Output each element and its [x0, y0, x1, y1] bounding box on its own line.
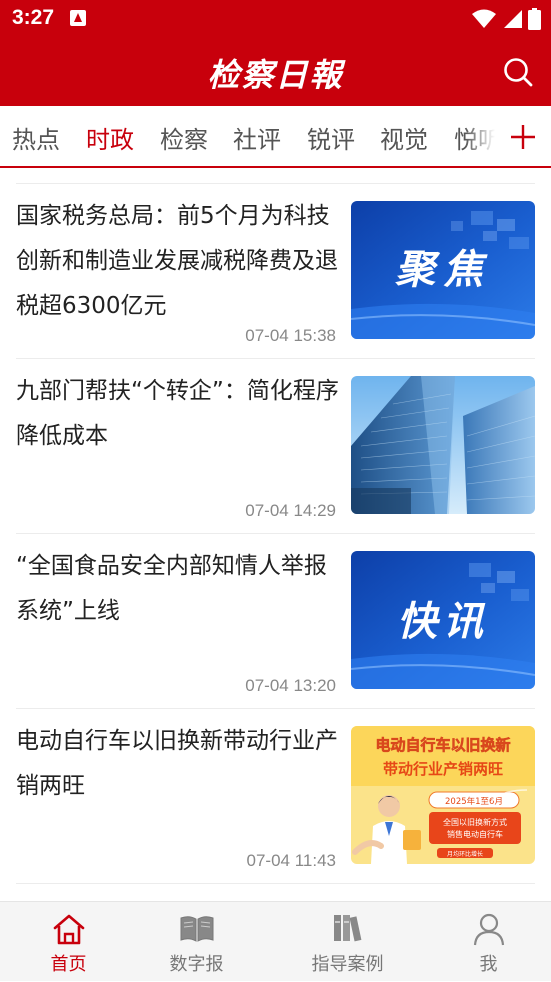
app-logo-title: 检察日報 — [207, 56, 344, 94]
nav-label: 我 — [479, 954, 498, 975]
news-time: 07-04 15:38 — [245, 326, 336, 345]
wifi-icon — [472, 9, 496, 28]
news-item[interactable]: 国家税务总局：前5个月为科技创新和制造业发展减税降费及退税超6300亿元 07-… — [16, 184, 535, 359]
user-icon — [473, 913, 504, 946]
news-time: 07-04 11:43 — [246, 851, 336, 870]
nav-digital-paper[interactable]: 数字报 — [128, 902, 265, 982]
news-thumbnail-infographic: 电动自行车以旧换新 带动行业产销两旺 2025年1至6月 全国以旧换新方式 销售… — [351, 726, 535, 864]
nav-label: 数字报 — [169, 954, 224, 975]
thumbnail-caption: 聚焦 — [395, 247, 491, 293]
battery-icon — [528, 8, 541, 30]
news-thumbnail-buildings — [351, 376, 535, 514]
news-time: 07-04 14:29 — [245, 501, 336, 520]
tab-procuratorate[interactable]: 检察 — [160, 120, 208, 155]
nav-label: 指导案例 — [311, 954, 384, 975]
news-feed: 国家税务总局：前5个月为科技创新和制造业发展减税降费及退税超6300亿元 07-… — [0, 168, 551, 901]
signal-icon — [504, 10, 522, 28]
nav-label: 首页 — [50, 954, 87, 975]
notification-app-icon — [70, 10, 86, 26]
news-item[interactable]: 电动自行车以旧换新带动行业产销两旺 07-04 11:43 电动自行车以旧换新 … — [16, 709, 535, 884]
news-thumbnail: 聚焦 — [351, 201, 535, 339]
status-time: 3:27 — [12, 6, 55, 29]
nav-guiding-cases[interactable]: 指导案例 — [279, 902, 416, 982]
binders-icon — [333, 915, 361, 942]
news-item[interactable]: “全国食品安全内部知情人举报系统”上线 07-04 13:20 快讯 — [16, 534, 535, 709]
category-tabs: 热点 时政 检察 社评 锐评 视觉 悦听 — [0, 106, 551, 168]
tab-politics[interactable]: 时政 — [86, 120, 134, 155]
news-title: 九部门帮扶“个转企”：简化程序 降低成本 — [16, 378, 339, 449]
add-channel-button[interactable] — [495, 106, 551, 166]
news-title: 国家税务总局：前5个月为科技创新和制造业发展减税降费及退税超6300亿元 — [16, 203, 338, 319]
book-icon — [180, 916, 213, 942]
search-icon — [504, 58, 533, 87]
infographic-date: 2025年1至6月 — [445, 796, 503, 807]
status-bar: 3:27 — [0, 0, 551, 38]
news-title: “全国食品安全内部知情人举报系统”上线 — [16, 553, 327, 624]
plus-icon — [511, 125, 535, 149]
infographic-note-1: 全国以旧换新方式 — [443, 817, 507, 827]
nav-home[interactable]: 首页 — [0, 902, 137, 982]
news-time: 07-04 13:20 — [245, 676, 336, 695]
infographic-note-3: 月均环比增长 — [447, 850, 483, 858]
news-item[interactable]: 九部门帮扶“个转企”：简化程序 降低成本 07-04 14:29 — [16, 359, 535, 534]
home-icon — [53, 914, 84, 945]
tab-visual[interactable]: 视觉 — [380, 120, 428, 155]
infographic-note-2: 销售电动自行车 — [447, 829, 503, 839]
infographic-headline-1: 电动自行车以旧换新 — [375, 736, 510, 754]
tab-hot[interactable]: 热点 — [12, 120, 60, 155]
tabs-fade — [465, 106, 495, 166]
status-icons — [472, 8, 541, 30]
news-title: 电动自行车以旧换新带动行业产销两旺 — [16, 728, 338, 799]
nav-me[interactable]: 我 — [420, 902, 551, 982]
search-button[interactable] — [501, 55, 535, 89]
tab-editorial[interactable]: 社评 — [233, 120, 281, 155]
tab-sharp-comment[interactable]: 锐评 — [307, 120, 355, 155]
thumbnail-caption: 快讯 — [397, 599, 489, 645]
infographic-headline-2: 带动行业产销两旺 — [383, 760, 503, 778]
bottom-navigation: 首页 数字报 指导案例 我 — [0, 901, 551, 981]
news-thumbnail: 快讯 — [351, 551, 535, 689]
app-header: 检察日報 — [0, 38, 551, 106]
